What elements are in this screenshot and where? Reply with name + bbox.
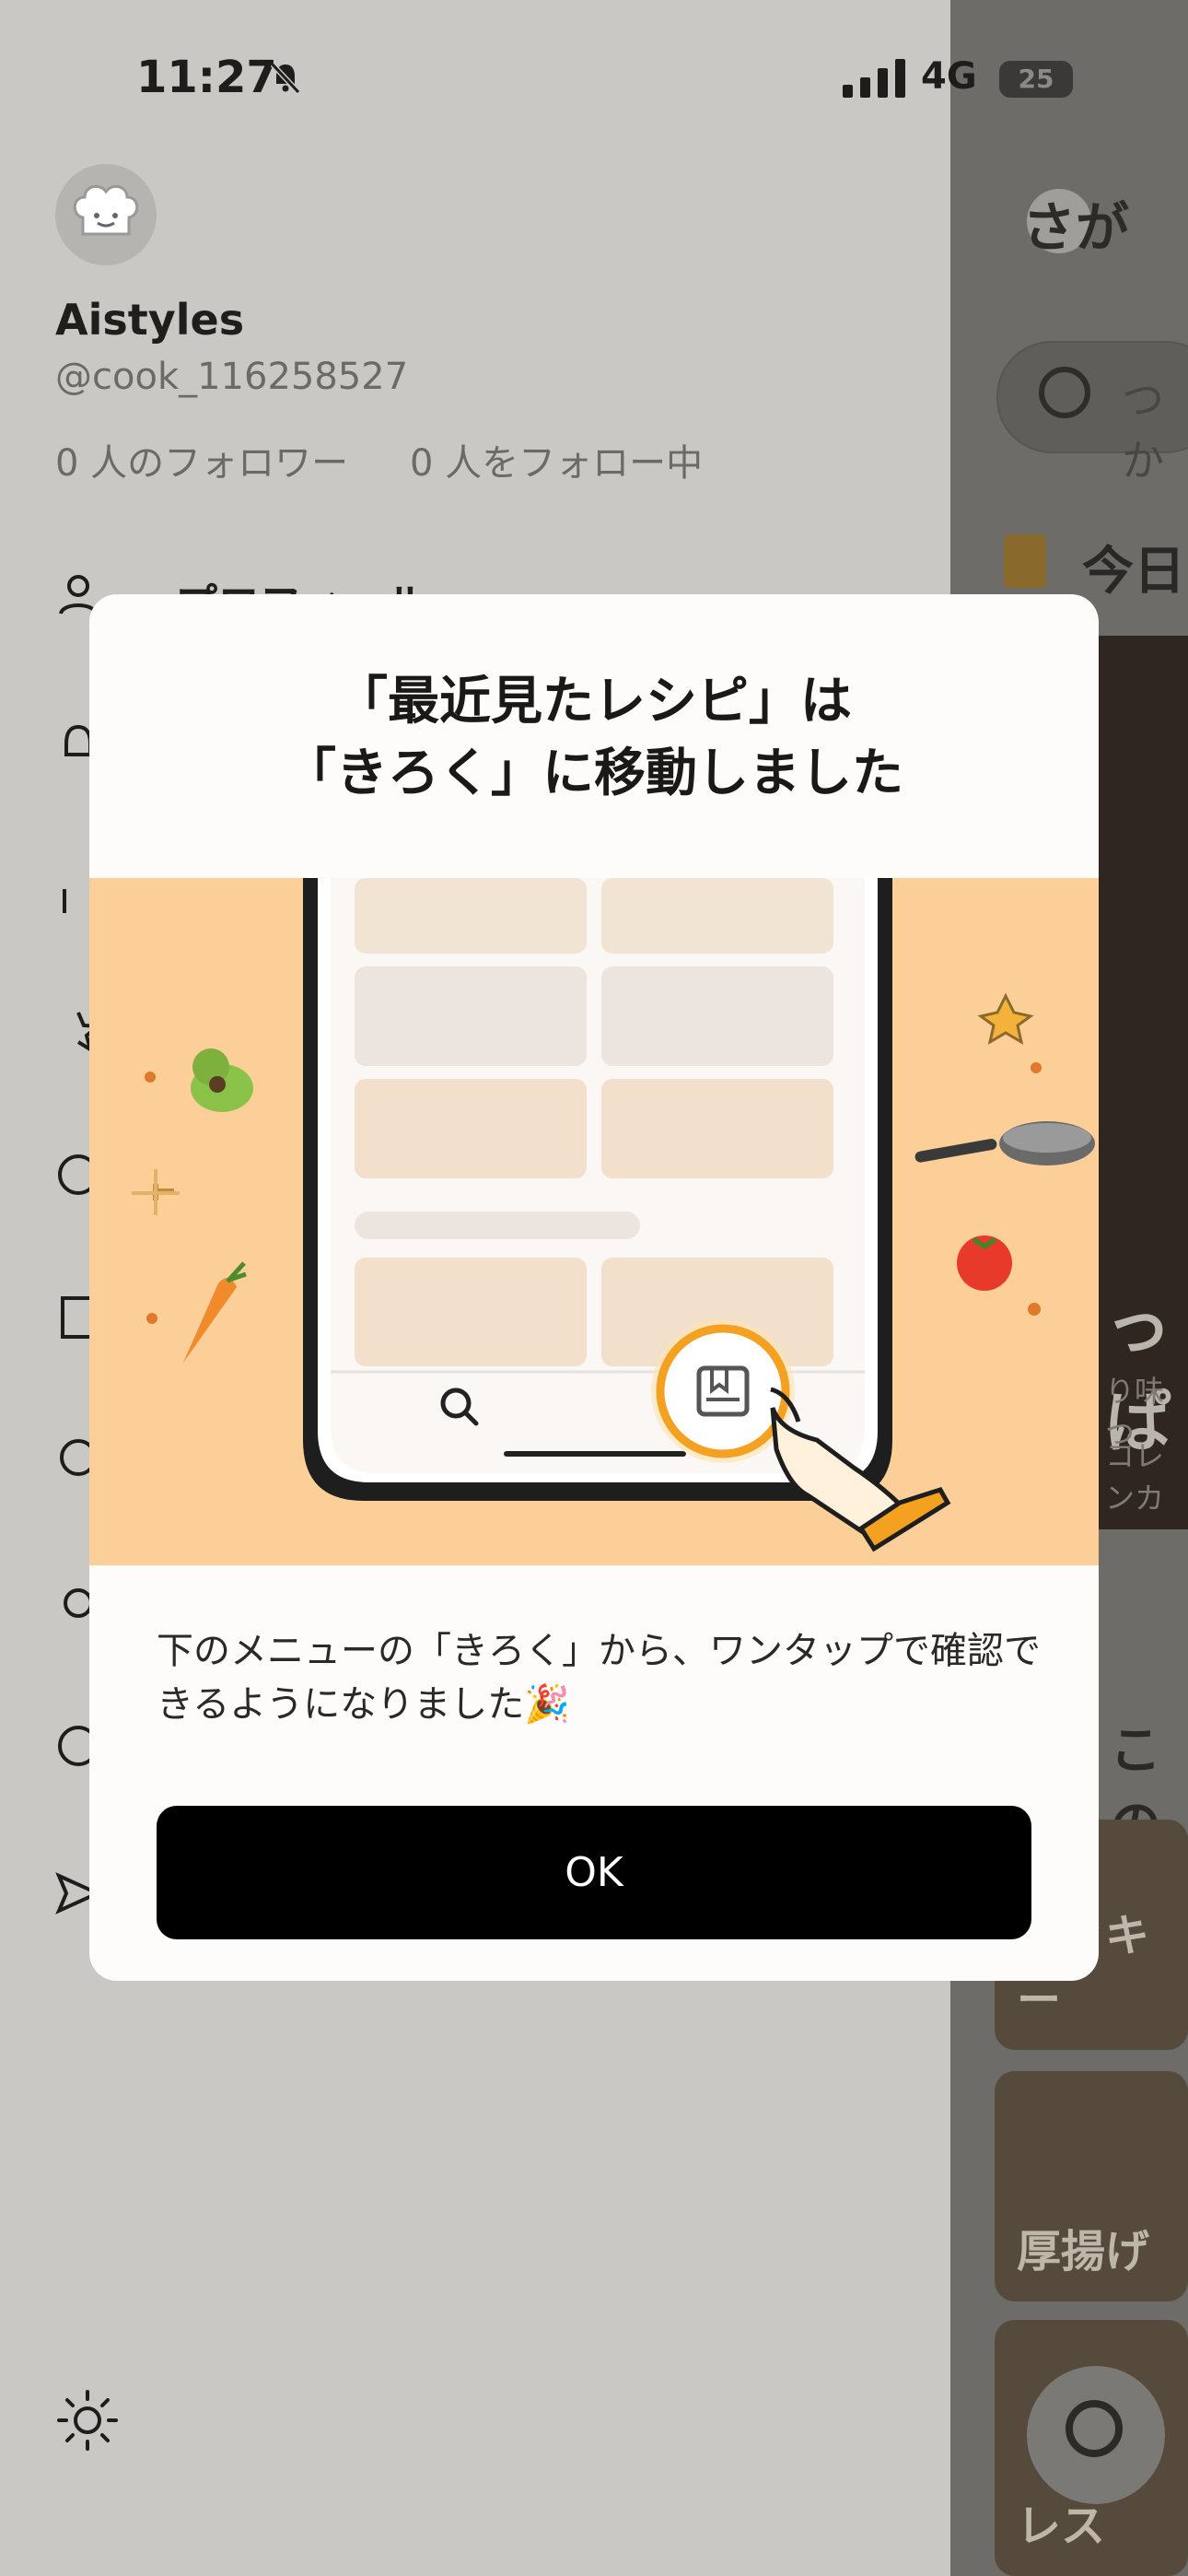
recipe-thumb-label: 厚揚げ: [1017, 2226, 1150, 2277]
battery-indicator: 25: [999, 61, 1073, 98]
ok-button[interactable]: OK: [157, 1806, 1031, 1939]
dialog-title-line2: 「きろく」に移動しました: [285, 744, 903, 803]
dialog-illustration: [89, 878, 1099, 1565]
screen: さが つか 今日 っぱ り味つ コレンカ この食 スッキー 厚揚げ レス 11:…: [0, 0, 1188, 2576]
profile-handle: @cook_116258527: [55, 356, 409, 398]
chef-hat-icon: [73, 184, 139, 236]
status-time: 11:27: [136, 52, 277, 103]
search-icon: [1066, 2400, 1123, 2457]
following-count[interactable]: 0 人をフォロー中: [410, 433, 703, 486]
pickup-badge-icon: [1004, 534, 1046, 588]
migration-notice-dialog: 「最近見たレシピ」は 「きろく」に移動しました 下のメニューの「きろく」から、ワ…: [89, 594, 1099, 1981]
main-today-heading: 今日: [1082, 542, 1185, 602]
sun-icon[interactable]: [55, 2388, 120, 2453]
signal-icon: [843, 59, 905, 98]
dialog-title: 「最近見たレシピ」は 「きろく」に移動しました: [89, 666, 1099, 810]
main-search-placeholder: つか: [1122, 375, 1164, 486]
followers-count[interactable]: 0 人のフォロワー: [55, 433, 348, 486]
hero-author: コレンカ: [1105, 1438, 1165, 1516]
bell-muted-icon: [270, 62, 301, 95]
recipe-thumb: 厚揚げ: [995, 2071, 1188, 2301]
phone-illustration: [132, 878, 1095, 1552]
profile-username: Aistyles: [55, 295, 245, 345]
avatar[interactable]: [55, 164, 157, 265]
search-icon: [1039, 367, 1090, 418]
dialog-message: 下のメニューの「きろく」から、ワンタップで確認できるようになりました🎉: [157, 1630, 1041, 1726]
main-header-text: さが: [1022, 196, 1130, 259]
network-type: 4G: [921, 55, 977, 98]
dialog-title-line1: 「最近見たレシピ」は: [336, 672, 852, 732]
